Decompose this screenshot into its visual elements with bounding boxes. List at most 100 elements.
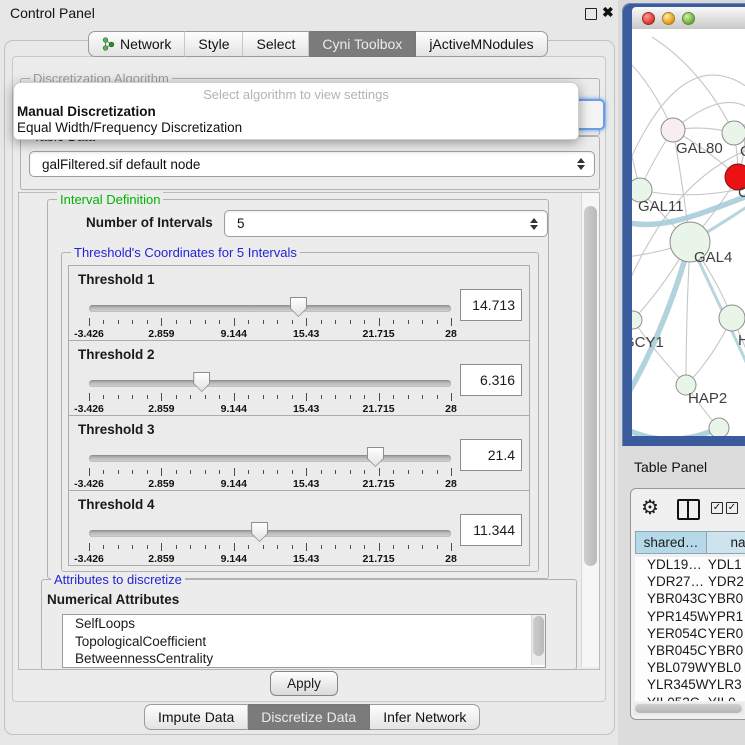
top-tab-cyni-toolbox[interactable]: Cyni Toolbox: [309, 31, 416, 57]
table-row[interactable]: YPR145WYPR1: [635, 609, 745, 626]
settings-scrollbar[interactable]: [581, 193, 599, 667]
table-hscrollbar-thumb[interactable]: [635, 704, 742, 713]
apply-button[interactable]: Apply: [270, 671, 338, 696]
checkbox-icon[interactable]: ✓: [726, 502, 738, 514]
slider-thumb[interactable]: [251, 522, 268, 542]
network-icon: [102, 37, 115, 51]
cell-name[interactable]: YDL1: [708, 557, 745, 574]
interval-definition-label: Interval Definition: [57, 192, 163, 207]
attribute-item-betweennesscentrality[interactable]: BetweennessCentrality: [63, 650, 545, 668]
network-node-label: GAL80: [676, 140, 723, 157]
threshold-value-input[interactable]: 6.316: [460, 364, 522, 396]
cell-shared-name[interactable]: YDL19…: [635, 557, 708, 574]
slider-thumb[interactable]: [193, 372, 210, 392]
attributes-group: Attributes to discretize Numerical Attri…: [41, 579, 577, 670]
threshold-value-input[interactable]: 11.344: [460, 514, 522, 546]
bottom-tab-infer-network[interactable]: Infer Network: [370, 704, 480, 730]
cell-name[interactable]: YPR1: [708, 609, 745, 626]
combo-spinner-icon: [576, 158, 585, 170]
top-tab-jactivemnodules[interactable]: jActiveMNodules: [416, 31, 547, 57]
table-horizontal-scrollbar[interactable]: [633, 703, 744, 715]
numerical-attributes-label: Numerical Attributes: [47, 592, 179, 607]
zoom-traffic-light-icon[interactable]: [682, 12, 695, 25]
checkbox-icon[interactable]: ✓: [711, 502, 723, 514]
cell-name[interactable]: YBR0: [708, 643, 745, 660]
threshold-value-input[interactable]: 21.4: [460, 439, 522, 471]
slider-thumb[interactable]: [290, 297, 307, 317]
threshold-row-4: Threshold 4-3.4262.8599.14415.4321.71528…: [68, 490, 530, 566]
attribute-item-topologicalcoefficient[interactable]: TopologicalCoefficient: [63, 633, 545, 651]
column-header-name[interactable]: na: [707, 531, 745, 554]
column-header-shared-name[interactable]: shared…: [635, 531, 707, 554]
cell-name[interactable]: YIL0: [708, 695, 745, 702]
table-row[interactable]: YLR345WYLR3: [635, 677, 745, 694]
top-tab-select[interactable]: Select: [243, 31, 309, 57]
bottom-tab-discretize-data[interactable]: Discretize Data: [248, 704, 370, 730]
slider-track[interactable]: [89, 305, 451, 312]
settings-scroll-viewport: Interval Definition Number of Intervals …: [18, 192, 600, 670]
minimize-traffic-light-icon[interactable]: [662, 12, 675, 25]
bottom-tab-label: Discretize Data: [261, 705, 356, 729]
slider-ticks: [89, 543, 451, 552]
cell-shared-name[interactable]: YBR043C: [635, 591, 708, 608]
cell-name[interactable]: YER0: [708, 626, 745, 643]
network-canvas[interactable]: GAL80GCGAL11GAL4GCY1HHAP2: [632, 29, 745, 436]
slider-track[interactable]: [89, 380, 451, 387]
table-row[interactable]: YER054CYER0: [635, 626, 745, 643]
network-node[interactable]: [709, 418, 729, 436]
cell-shared-name[interactable]: YIL052C: [635, 695, 708, 702]
network-node-g[interactable]: [722, 121, 745, 145]
number-of-intervals-combobox[interactable]: 5: [224, 210, 548, 237]
threshold-slider[interactable]: -3.4262.8599.14415.4321.71528: [89, 371, 451, 413]
attribute-item-selfloops[interactable]: SelfLoops: [63, 615, 545, 633]
threshold-slider[interactable]: -3.4262.8599.14415.4321.71528: [89, 296, 451, 338]
popup-option-manual-discretization[interactable]: Manual Discretization: [16, 104, 577, 119]
close-traffic-light-icon[interactable]: [642, 12, 655, 25]
top-tab-style[interactable]: Style: [185, 31, 243, 57]
network-node-h[interactable]: [719, 305, 745, 331]
threshold-slider[interactable]: -3.4262.8599.14415.4321.71528: [89, 521, 451, 563]
cell-name[interactable]: YLR3: [708, 677, 745, 694]
table-row[interactable]: YDL19…YDL1: [635, 557, 745, 574]
slider-thumb[interactable]: [367, 447, 384, 467]
network-node-gcy1[interactable]: [632, 311, 642, 329]
top-tab-label: Style: [198, 32, 229, 56]
close-icon[interactable]: ✖: [602, 4, 614, 21]
cell-shared-name[interactable]: YBL079W: [635, 660, 708, 677]
bottom-tab-label: Impute Data: [158, 705, 234, 729]
control-panel-titlebar: Control Panel ✖: [0, 0, 618, 26]
table-row[interactable]: YDR27…YDR2: [635, 574, 745, 591]
cell-shared-name[interactable]: YER054C: [635, 626, 708, 643]
slider-ticks: [89, 393, 451, 402]
algorithm-dropdown-popup: Select algorithm to view settings Manual…: [13, 82, 579, 140]
cell-shared-name[interactable]: YPR145W: [635, 609, 708, 626]
threshold-slider[interactable]: -3.4262.8599.14415.4321.71528: [89, 446, 451, 488]
threshold-value-input[interactable]: 14.713: [460, 289, 522, 321]
cell-name[interactable]: YDR2: [708, 574, 745, 591]
table-row[interactable]: YBL079WYBL0: [635, 660, 745, 677]
cell-shared-name[interactable]: YLR345W: [635, 677, 708, 694]
split-columns-icon[interactable]: [677, 499, 700, 520]
thresholds-group: Threshold's Coordinates for 5 Intervals …: [61, 252, 539, 572]
table-row[interactable]: YBR045CYBR0: [635, 643, 745, 660]
popup-option-equal-width-frequency[interactable]: Equal Width/Frequency Discretization: [16, 120, 577, 135]
bottom-tab-impute-data[interactable]: Impute Data: [144, 704, 248, 730]
threshold-label: Threshold 1: [78, 272, 155, 287]
cell-name[interactable]: YBL0: [708, 660, 745, 677]
attributes-scrollbar-thumb[interactable]: [533, 616, 544, 656]
slider-track[interactable]: [89, 455, 451, 462]
settings-gear-icon[interactable]: ⚙: [641, 495, 659, 521]
table-data-combobox[interactable]: galFiltered.sif default node: [29, 151, 595, 177]
network-node-gal80[interactable]: [661, 118, 685, 142]
cell-shared-name[interactable]: YBR045C: [635, 643, 708, 660]
cell-shared-name[interactable]: YDR27…: [635, 574, 708, 591]
slider-track[interactable]: [89, 530, 451, 537]
attributes-scrollbar[interactable]: [531, 615, 545, 665]
float-window-icon[interactable]: [585, 8, 597, 20]
top-tab-network[interactable]: Network: [88, 31, 185, 57]
settings-scrollbar-thumb[interactable]: [584, 206, 597, 566]
table-row[interactable]: YIL052CYIL0: [635, 695, 745, 702]
cell-name[interactable]: YBR0: [708, 591, 745, 608]
table-row[interactable]: YBR043CYBR0: [635, 591, 745, 608]
network-node-label: GAL11: [638, 198, 684, 215]
